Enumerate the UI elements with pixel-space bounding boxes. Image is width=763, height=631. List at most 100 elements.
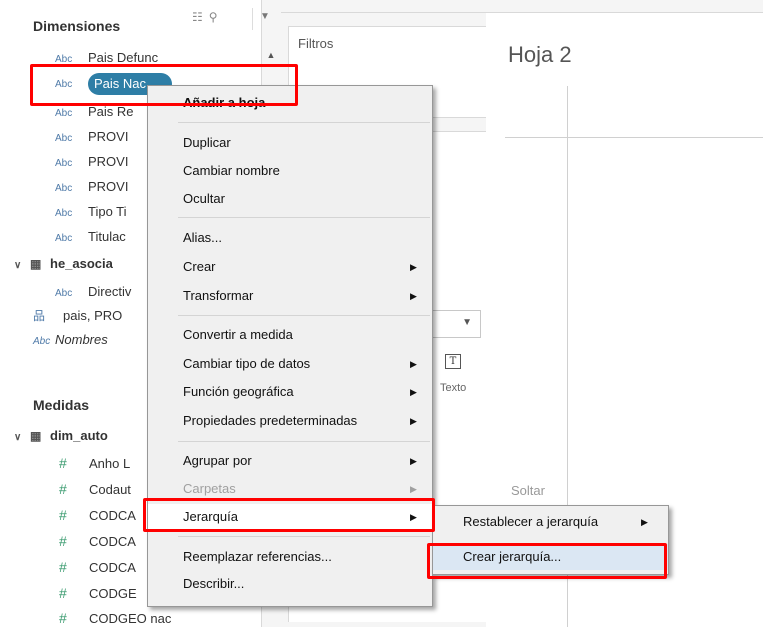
measure-item[interactable]: # CODCA [59, 529, 136, 553]
menu-item-label: Propiedades predeterminadas [183, 413, 358, 428]
menu-item-label: Cambiar tipo de datos [183, 356, 311, 371]
measure-item[interactable]: # CODGEO nac [59, 606, 171, 630]
number-type-icon: # [59, 481, 67, 497]
menu-item-label: Describir... [183, 576, 245, 591]
measures-title: Medidas [33, 397, 90, 413]
filters-title: Filtros [298, 36, 334, 51]
field-label: CODCA [89, 508, 136, 523]
menu-item-default-properties[interactable]: Propiedades predeterminadas ▶ [148, 408, 432, 434]
menu-separator [178, 122, 430, 123]
field-label: CODGEO nac [89, 611, 172, 626]
measure-item[interactable]: # Codaut [59, 477, 131, 501]
number-type-icon: # [59, 585, 67, 601]
chevron-down-icon[interactable]: ∨ [14, 426, 30, 450]
string-type-icon: Abc [55, 208, 73, 219]
field-item[interactable]: Abc PROVI [55, 150, 128, 174]
text-mark-icon[interactable]: T [445, 354, 461, 369]
table-icon: ▦ [30, 257, 42, 271]
field-label: Pais Re [88, 104, 134, 119]
menu-item-label: Reemplazar referencias... [183, 549, 332, 564]
menu-item-aliases[interactable]: Alias... [148, 225, 432, 251]
field-label: CODCA [89, 534, 136, 549]
hierarchy-label: pais, PRO [63, 308, 123, 323]
menu-item-label: Restablecer a jerarquía [463, 514, 599, 529]
menu-item-duplicate[interactable]: Duplicar [148, 130, 432, 156]
menu-item-replace-references[interactable]: Reemplazar referencias... [148, 544, 432, 570]
chevron-down-icon[interactable]: ▼ [260, 11, 270, 22]
menu-item-create[interactable]: Crear ▶ [148, 254, 432, 280]
chevron-down-icon: ▼ [462, 317, 472, 328]
menu-item-label: Función geográfica [183, 384, 294, 399]
field-item[interactable]: Abc Tipo Ti [55, 200, 127, 224]
table-icon: ▦ [30, 429, 42, 443]
menu-item-label: Alias... [183, 230, 223, 245]
menu-item-hide[interactable]: Ocultar [148, 186, 432, 212]
menu-item-group-by[interactable]: Agrupar por ▶ [148, 448, 432, 474]
highlight-box-create-hierarchy [427, 543, 667, 579]
menu-item-label: Agrupar por [183, 453, 252, 468]
top-shelf-bar [281, 0, 763, 13]
highlight-box-selected-field [30, 64, 298, 106]
field-label: Nombres [55, 332, 108, 347]
field-item[interactable]: Abc PROVI [55, 175, 128, 199]
search-icon[interactable]: ⚲ [209, 10, 224, 24]
field-item[interactable]: Abc Directiv [55, 280, 131, 304]
string-type-icon: Abc [55, 233, 73, 244]
scroll-up-icon[interactable]: ▲ [263, 46, 279, 64]
menu-item-describe[interactable]: Describir... [148, 571, 432, 597]
string-type-icon: Abc [55, 158, 73, 169]
menu-item-label: Ocultar [183, 191, 225, 206]
menu-separator [178, 217, 430, 218]
number-type-icon: # [59, 507, 67, 523]
measure-item[interactable]: # Anho L [59, 451, 130, 475]
table-item[interactable]: ∨ ▦ dim_auto [14, 424, 108, 448]
field-item[interactable]: Abc Titulac [55, 225, 126, 249]
field-label: Titulac [88, 229, 126, 244]
menu-item-restore-hierarchy[interactable]: Restablecer a jerarquía ▶ [433, 509, 668, 535]
menu-item-transform[interactable]: Transformar ▶ [148, 283, 432, 309]
field-label: CODGE [89, 586, 137, 601]
header-divider [252, 8, 253, 30]
field-label: Pais Defunc [88, 50, 159, 65]
hierarchy-icon: 品 [33, 309, 46, 323]
number-type-icon: # [59, 559, 67, 575]
menu-separator [178, 441, 430, 442]
menu-item-label: Transformar [183, 288, 254, 303]
field-label: PROVI [88, 129, 129, 144]
text-mark-label: Texto [440, 382, 467, 394]
submenu-arrow-icon: ▶ [410, 359, 417, 369]
number-type-icon: # [59, 610, 67, 626]
number-type-icon: # [59, 533, 67, 549]
menu-item-label: Crear [183, 259, 216, 274]
submenu-arrow-icon: ▶ [410, 416, 417, 426]
table-label: dim_auto [50, 428, 108, 443]
menu-separator [178, 536, 430, 537]
menu-item-change-data-type[interactable]: Cambiar tipo de datos ▶ [148, 351, 432, 377]
string-type-icon: Abc [33, 336, 51, 347]
measure-item[interactable]: # CODGE [59, 581, 137, 605]
field-label: Anho L [89, 456, 131, 471]
field-item[interactable]: Abc PROVI [55, 125, 128, 149]
column-divider-line [505, 137, 763, 138]
measure-item[interactable]: # CODCA [59, 503, 136, 527]
dimensions-title: Dimensiones [33, 18, 121, 34]
menu-item-geographic-role[interactable]: Función geográfica ▶ [148, 379, 432, 405]
menu-item-label: Convertir a medida [183, 327, 293, 342]
submenu-arrow-icon: ▶ [410, 387, 417, 397]
table-item[interactable]: ∨ ▦ he_asocia [14, 252, 113, 276]
view-list-icon[interactable]: ☷ [192, 10, 209, 24]
hierarchy-item[interactable]: 品 pais, PRO [33, 304, 122, 328]
string-type-icon: Abc [55, 288, 73, 299]
field-label: Codaut [89, 482, 131, 497]
drop-hint: Soltar [511, 483, 545, 498]
submenu-arrow-icon: ▶ [410, 456, 417, 466]
chevron-down-icon[interactable]: ∨ [14, 254, 30, 278]
menu-item-rename[interactable]: Cambiar nombre [148, 158, 432, 184]
field-label: CODCA [89, 560, 136, 575]
field-label: PROVI [88, 179, 129, 194]
measure-item[interactable]: # CODCA [59, 555, 136, 579]
menu-item-convert-to-measure[interactable]: Convertir a medida [148, 322, 432, 348]
field-label: PROVI [88, 154, 129, 169]
field-item[interactable]: Abc Nombres [33, 328, 108, 352]
submenu-arrow-icon: ▶ [641, 517, 648, 527]
